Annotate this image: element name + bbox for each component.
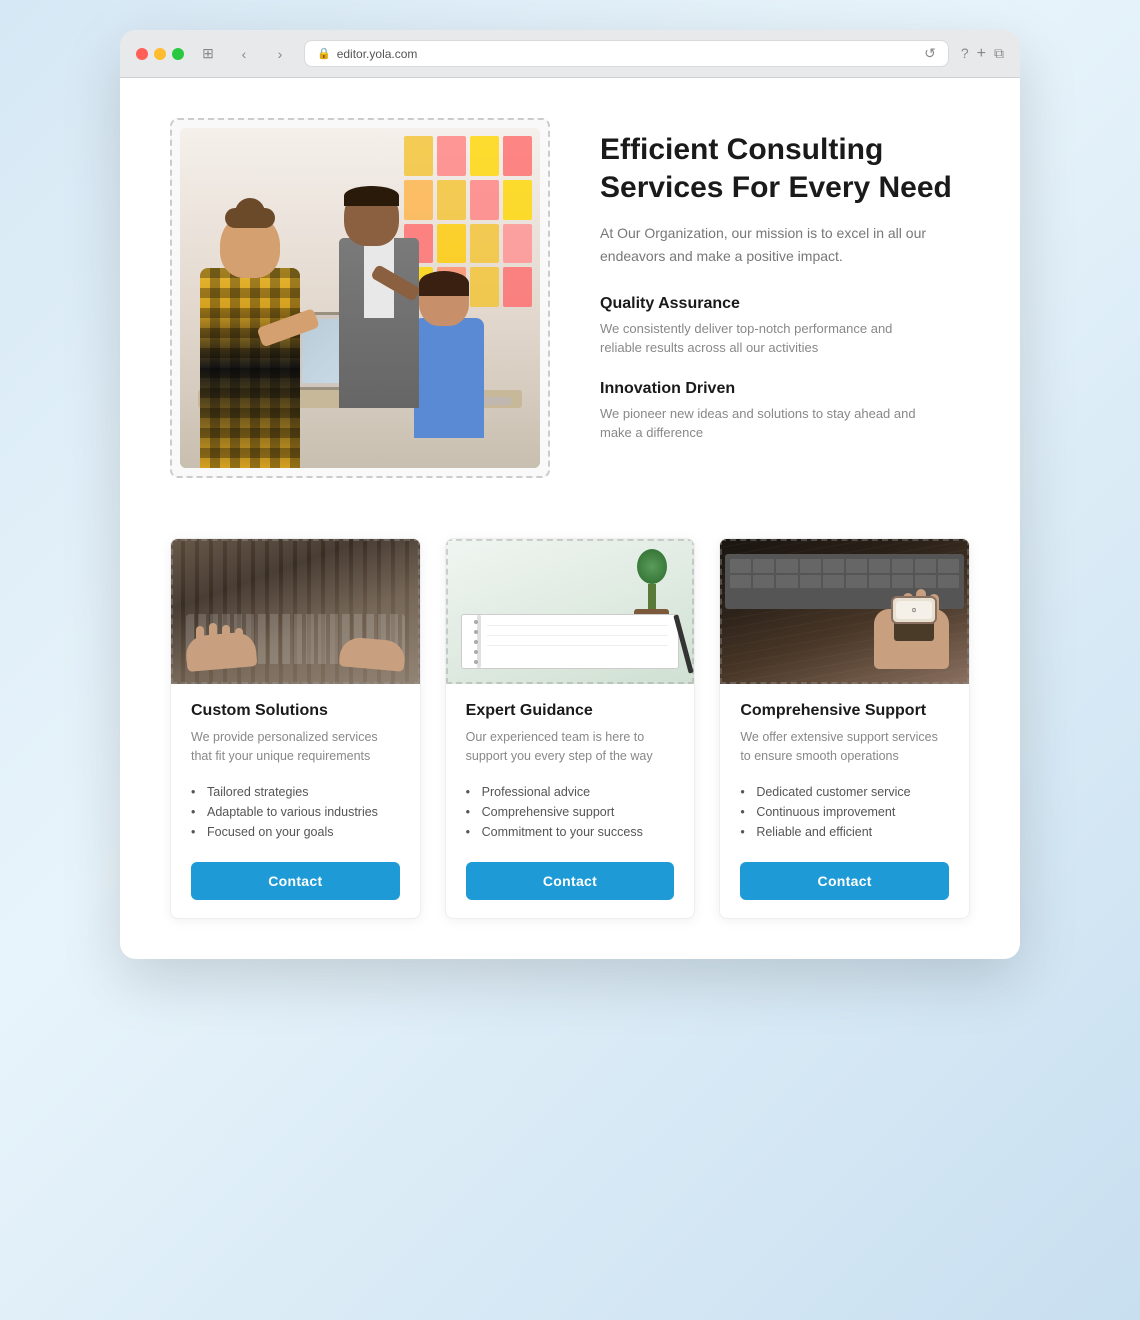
person2: [324, 188, 444, 408]
feature-innovation: Innovation Driven We pioneer new ideas a…: [600, 380, 970, 443]
list-item: Reliable and efficient: [740, 822, 949, 842]
card-list-2: Professional advice Comprehensive suppor…: [466, 782, 675, 842]
forward-button[interactable]: ›: [268, 42, 292, 66]
feature-innovation-desc: We pioneer new ideas and solutions to st…: [600, 404, 920, 443]
card-list-3: Dedicated customer service Continuous im…: [740, 782, 949, 842]
contact-button-1[interactable]: Contact: [191, 862, 400, 900]
add-tab-icon[interactable]: +: [977, 45, 986, 63]
card-title-2: Expert Guidance: [466, 702, 675, 720]
contact-button-2[interactable]: Contact: [466, 862, 675, 900]
close-button[interactable]: [136, 48, 148, 60]
address-bar[interactable]: 🔒 editor.yola.com ↺: [304, 40, 949, 67]
list-item: Comprehensive support: [466, 802, 675, 822]
contact-button-3[interactable]: Contact: [740, 862, 949, 900]
cards-section: Custom Solutions We provide personalized…: [170, 538, 970, 919]
card-title-1: Custom Solutions: [191, 702, 400, 720]
hero-image-container: [170, 118, 550, 478]
browser-actions: ? + ⧉: [961, 45, 1004, 63]
extensions-icon[interactable]: ⧉: [994, 45, 1004, 63]
hero-subtitle: At Our Organization, our mission is to e…: [600, 222, 970, 267]
feature-quality-title: Quality Assurance: [600, 295, 970, 313]
card-title-3: Comprehensive Support: [740, 702, 949, 720]
hero-section: Efficient Consulting Services For Every …: [170, 118, 970, 478]
card-comprehensive-support: ⊙: [719, 538, 970, 919]
hero-title: Efficient Consulting Services For Every …: [600, 131, 970, 206]
hero-image-wrapper: [170, 118, 550, 478]
list-item: Continuous improvement: [740, 802, 949, 822]
page-content: Efficient Consulting Services For Every …: [120, 78, 1020, 959]
lock-icon: 🔒: [317, 47, 331, 60]
hero-image: [180, 128, 540, 468]
browser-chrome: ⊞ ‹ › 🔒 editor.yola.com ↺ ? + ⧉: [120, 30, 1020, 78]
list-item: Dedicated customer service: [740, 782, 949, 802]
browser-window: ⊞ ‹ › 🔒 editor.yola.com ↺ ? + ⧉: [120, 30, 1020, 959]
feature-quality-desc: We consistently deliver top-notch perfor…: [600, 319, 920, 358]
card-list-1: Tailored strategies Adaptable to various…: [191, 782, 400, 842]
card-desc-1: We provide personalized services that fi…: [191, 728, 400, 766]
feature-quality: Quality Assurance We consistently delive…: [600, 295, 970, 358]
card-body-1: Custom Solutions We provide personalized…: [171, 684, 420, 918]
card-expert-guidance: Expert Guidance Our experienced team is …: [445, 538, 696, 919]
card-image-notebook: [446, 539, 695, 684]
card-desc-3: We offer extensive support services to e…: [740, 728, 949, 766]
card-custom-solutions: Custom Solutions We provide personalized…: [170, 538, 421, 919]
list-item: Tailored strategies: [191, 782, 400, 802]
hero-text: Efficient Consulting Services For Every …: [600, 131, 970, 465]
notebook: [461, 614, 680, 669]
url-text: editor.yola.com: [337, 47, 418, 61]
help-icon[interactable]: ?: [961, 45, 969, 63]
back-button[interactable]: ‹: [232, 42, 256, 66]
grid-view-button[interactable]: ⊞: [196, 42, 220, 66]
list-item: Commitment to your success: [466, 822, 675, 842]
hand-watch: ⊙: [829, 589, 959, 669]
card-body-2: Expert Guidance Our experienced team is …: [446, 684, 695, 918]
card-image-keyboard: [171, 539, 420, 684]
card-desc-2: Our experienced team is here to support …: [466, 728, 675, 766]
maximize-button[interactable]: [172, 48, 184, 60]
list-item: Adaptable to various industries: [191, 802, 400, 822]
person1: [180, 188, 340, 468]
list-item: Focused on your goals: [191, 822, 400, 842]
reload-icon[interactable]: ↺: [924, 45, 936, 62]
minimize-button[interactable]: [154, 48, 166, 60]
feature-innovation-title: Innovation Driven: [600, 380, 970, 398]
traffic-lights: [136, 48, 184, 60]
list-item: Professional advice: [466, 782, 675, 802]
card-image-watch: ⊙: [720, 539, 969, 684]
card-body-3: Comprehensive Support We offer extensive…: [720, 684, 969, 918]
